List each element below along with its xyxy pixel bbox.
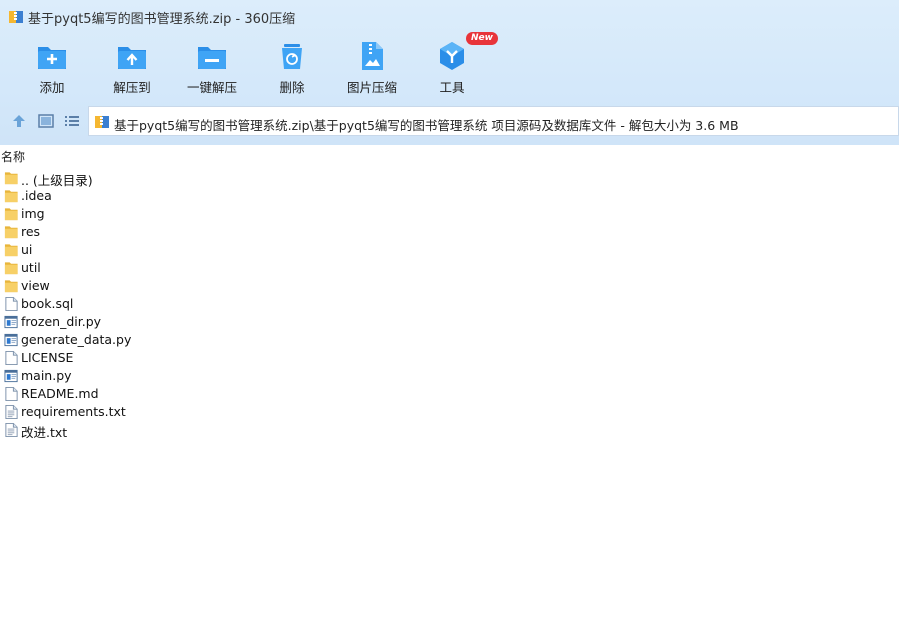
list-item[interactable]: requirements.txt	[0, 403, 400, 421]
list-item-name: .idea	[21, 188, 52, 203]
tools-label: 工具	[439, 80, 465, 95]
one-click-extract-label: 一键解压	[186, 80, 237, 95]
folder-icon	[4, 172, 18, 185]
list-item-name: 改进.txt	[21, 425, 68, 440]
list-item[interactable]: LICENSE	[0, 349, 400, 367]
folder-icon	[4, 262, 18, 275]
image-compress-icon	[362, 42, 383, 70]
folder-icon	[4, 190, 18, 203]
image-compress-button[interactable]: 图片压缩	[332, 36, 412, 98]
list-item[interactable]: ui	[0, 241, 400, 259]
text-file-icon	[5, 422, 18, 438]
extract-to-label: 解压到	[113, 80, 151, 95]
python-file-icon	[4, 369, 18, 383]
list-item[interactable]: main.py	[0, 367, 400, 385]
list-item[interactable]: img	[0, 205, 400, 223]
column-header-name[interactable]: 名称	[1, 148, 25, 165]
file-icon	[5, 350, 18, 366]
title-bar: 基于pyqt5编写的图书管理系统.zip - 360压缩	[0, 0, 899, 32]
list-item-name: LICENSE	[21, 350, 74, 365]
list-item-name: frozen_dir.py	[21, 314, 102, 329]
one-click-extract-icon	[198, 47, 226, 69]
text-file-icon	[5, 404, 18, 420]
tools-icon	[440, 42, 464, 70]
add-folder-icon	[38, 47, 66, 69]
folder-icon	[4, 208, 18, 221]
add-button[interactable]: 添加	[12, 36, 92, 98]
python-file-icon	[4, 333, 18, 347]
folder-icon	[4, 244, 18, 257]
up-arrow-icon[interactable]	[10, 112, 28, 130]
list-item[interactable]: util	[0, 259, 400, 277]
new-badge: New	[466, 32, 498, 45]
window-chrome: 基于pyqt5编写的图书管理系统.zip - 360压缩 添加 解压到 一键解压…	[0, 0, 899, 145]
list-item-name: view	[21, 278, 50, 293]
list-item[interactable]: .idea	[0, 187, 400, 205]
list-item[interactable]: 改进.txt	[0, 421, 400, 440]
zip-file-icon	[95, 116, 109, 128]
delete-bin-icon	[282, 44, 302, 69]
file-icon	[5, 386, 18, 402]
file-icon	[5, 296, 18, 312]
delete-button[interactable]: 删除	[252, 36, 332, 98]
add-label: 添加	[39, 80, 65, 95]
image-compress-label: 图片压缩	[346, 80, 397, 95]
extract-to-button[interactable]: 解压到	[92, 36, 172, 98]
list-item-name: ui	[21, 242, 33, 257]
zip-app-icon	[9, 11, 23, 23]
window-title: 基于pyqt5编写的图书管理系统.zip - 360压缩	[28, 12, 296, 27]
list-item[interactable]: res	[0, 223, 400, 241]
list-item[interactable]: generate_data.py	[0, 331, 400, 349]
list-item-name: img	[21, 206, 45, 221]
list-item[interactable]: .. (上级目录)	[0, 169, 400, 188]
folder-icon	[4, 280, 18, 293]
list-item-name: README.md	[21, 386, 99, 401]
address-bar[interactable]: 基于pyqt5编写的图书管理系统.zip\基于pyqt5编写的图书管理系统 项目…	[88, 106, 899, 136]
list-item[interactable]: README.md	[0, 385, 400, 403]
list-item-name: generate_data.py	[21, 332, 132, 347]
python-file-icon	[4, 315, 18, 329]
list-view-icon[interactable]	[63, 112, 81, 130]
list-item-name: book.sql	[21, 296, 74, 311]
archive-path: 基于pyqt5编写的图书管理系统.zip\基于pyqt5编写的图书管理系统 项目…	[114, 118, 739, 133]
list-item-name: util	[21, 260, 41, 275]
list-item[interactable]: view	[0, 277, 400, 295]
list-item-name: main.py	[21, 368, 72, 383]
navigation-bar: 基于pyqt5编写的图书管理系统.zip\基于pyqt5编写的图书管理系统 项目…	[0, 106, 899, 136]
toolbar: 添加 解压到 一键解压 删除 图片压缩 New 工具	[0, 32, 899, 98]
list-item[interactable]: book.sql	[0, 295, 400, 313]
folder-icon	[4, 226, 18, 239]
list-item-name: res	[21, 224, 41, 239]
list-item[interactable]: frozen_dir.py	[0, 313, 400, 331]
list-header: 名称	[0, 145, 899, 167]
tools-button[interactable]: New 工具	[412, 32, 498, 98]
extract-to-icon	[118, 47, 146, 69]
list-item-name: requirements.txt	[21, 404, 126, 419]
delete-label: 删除	[279, 80, 305, 95]
thumbnail-view-icon[interactable]	[37, 112, 55, 130]
one-click-extract-button[interactable]: 一键解压	[172, 36, 252, 98]
